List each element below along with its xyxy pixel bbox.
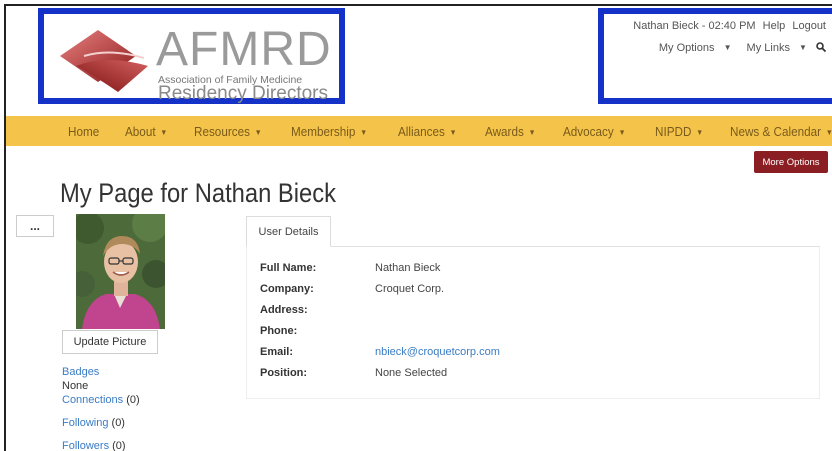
nav-awards[interactable]: Awards ▼ xyxy=(485,124,536,139)
caret-down-icon: ▼ xyxy=(526,127,536,137)
nav-label: News & Calendar xyxy=(730,123,822,139)
field-label: Phone: xyxy=(260,325,298,337)
following-link[interactable]: Following xyxy=(62,417,108,429)
nav-label: Awards xyxy=(484,123,524,139)
main-nav: Home About ▼ Resources ▼ Membership ▼ Al… xyxy=(6,116,832,146)
nav-about[interactable]: About ▼ xyxy=(125,124,167,139)
followers-count: (0) xyxy=(112,440,126,451)
caret-down-icon: ▼ xyxy=(693,127,703,137)
user-bar-highlight-box: Nathan Bieck - 02:40 PM Help Logout My O… xyxy=(598,8,832,104)
connections-link[interactable]: Connections xyxy=(62,394,123,406)
badges-link[interactable]: Badges xyxy=(62,365,140,379)
user-details-panel xyxy=(246,247,820,399)
nav-membership[interactable]: Membership ▼ xyxy=(291,124,367,139)
field-label: Full Name: xyxy=(260,262,317,274)
logo-acronym: AFMRD xyxy=(156,23,332,76)
connections-row: Connections (0) xyxy=(62,393,140,407)
field-value: Croquet Corp. xyxy=(375,283,445,295)
field-label: Position: xyxy=(260,367,308,379)
field-value: None Selected xyxy=(375,367,448,379)
field-label: Email: xyxy=(260,346,294,358)
user-bar-bottom: My Options ▼ My Links ▼ xyxy=(647,42,827,54)
nav-label: Resources xyxy=(193,123,250,139)
nav-news-calendar[interactable]: News & Calendar ▼ xyxy=(730,124,832,139)
following-count: (0) xyxy=(111,417,125,429)
caret-down-icon: ▼ xyxy=(358,127,368,137)
help-link[interactable]: Help xyxy=(763,20,786,32)
my-links-label: My Links xyxy=(746,42,790,54)
caret-down-icon: ▼ xyxy=(723,43,732,52)
profile-side-links: Badges None Connections (0) Following (0… xyxy=(62,365,140,451)
my-links-menu[interactable]: My Links ▼ xyxy=(741,42,807,54)
logo-highlight-box: AFMRD Association of Family Medicine Res… xyxy=(38,8,345,104)
badges-value: None xyxy=(62,380,89,392)
afmrd-logo[interactable]: AFMRD Association of Family Medicine Res… xyxy=(58,26,331,104)
caret-down-icon: ▼ xyxy=(157,127,168,137)
nav-alliances[interactable]: Alliances ▼ xyxy=(398,124,457,139)
logo-mark-icon xyxy=(60,30,148,92)
caret-down-icon: ▼ xyxy=(799,43,807,52)
my-options-menu[interactable]: My Options ▼ xyxy=(653,42,732,54)
nav-label: About xyxy=(124,123,156,139)
email-link[interactable]: nbieck@croquetcorp.com xyxy=(375,346,500,358)
nav-advocacy[interactable]: Advocacy ▼ xyxy=(563,124,626,139)
page-title: My Page for Nathan Bieck xyxy=(60,178,337,208)
tab-user-details[interactable]: User Details xyxy=(246,216,331,247)
followers-link[interactable]: Followers xyxy=(62,440,109,451)
nav-home[interactable]: Home xyxy=(68,124,99,139)
field-label: Address: xyxy=(260,304,308,316)
logo-subtitle-bottom: Residency Directors xyxy=(158,83,328,104)
search-icon[interactable] xyxy=(816,42,827,54)
caret-down-icon: ▼ xyxy=(824,128,832,137)
logout-link[interactable]: Logout xyxy=(792,20,826,32)
field-value: Nathan Bieck xyxy=(375,262,441,274)
my-options-label: My Options xyxy=(658,42,715,54)
nav-label: Alliances xyxy=(397,123,445,139)
user-bar-top: Nathan Bieck - 02:40 PM Help Logout xyxy=(629,20,826,32)
avatar[interactable] xyxy=(76,214,165,329)
field-label: Company: xyxy=(260,283,314,295)
following-row: Following (0) xyxy=(62,416,140,430)
nav-label: NIPDD xyxy=(654,123,692,139)
avatar-photo xyxy=(76,214,165,329)
followers-row: Followers (0) xyxy=(62,439,140,451)
nav-label: Home xyxy=(68,123,100,139)
caret-down-icon: ▼ xyxy=(447,127,457,137)
ellipsis-menu-button[interactable]: ... xyxy=(16,215,54,237)
user-time[interactable]: Nathan Bieck - 02:40 PM xyxy=(633,20,755,32)
caret-down-icon: ▼ xyxy=(252,127,262,137)
nav-label: Membership xyxy=(291,123,356,139)
update-picture-button[interactable]: Update Picture xyxy=(62,330,158,354)
connections-count: (0) xyxy=(126,394,140,406)
nav-resources[interactable]: Resources ▼ xyxy=(194,124,262,139)
caret-down-icon: ▼ xyxy=(616,127,626,137)
nav-label: Advocacy xyxy=(563,123,614,139)
nav-nipdd[interactable]: NIPDD ▼ xyxy=(655,124,703,139)
more-options-button[interactable]: More Options xyxy=(754,151,828,173)
